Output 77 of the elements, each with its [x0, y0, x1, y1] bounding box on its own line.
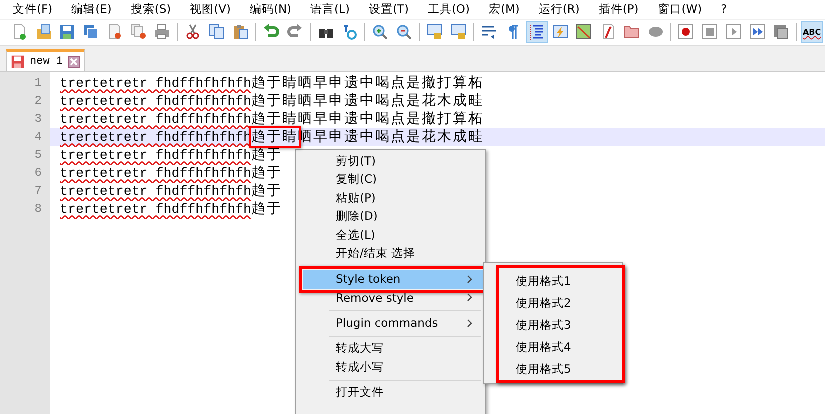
menu-item[interactable]: 语言(L) [304, 1, 356, 18]
selected-text: 趋于睛 [252, 128, 298, 146]
code-text: 趋于 [252, 146, 283, 164]
copy-icon [208, 24, 225, 40]
save-icon [11, 54, 25, 68]
close-file-icon [106, 24, 123, 40]
menu-item[interactable]: 设置(T) [362, 1, 415, 18]
printer-icon [154, 24, 170, 40]
code-text: trertetretr fhdffhfhfhfh [60, 76, 252, 90]
code-text: trertetretr fhdffhfhfhfh [60, 94, 252, 108]
line-number: 1 [34, 76, 42, 90]
line-number: 2 [34, 94, 42, 108]
menu-item[interactable]: 文件(F) [7, 1, 59, 18]
code-text: 趋于 [252, 182, 283, 200]
line-number: 5 [34, 148, 42, 162]
code-text: trertetretr fhdffhfhfhfh [60, 184, 252, 198]
menu-item[interactable]: 删除(D) [303, 208, 483, 226]
menu-item[interactable]: 运行(R) [532, 1, 586, 18]
menu-item[interactable]: ? [715, 1, 734, 18]
menu-item[interactable]: 开始/结束 选择 [303, 244, 483, 263]
new-file-icon [12, 24, 28, 40]
zoom-in-icon [372, 24, 388, 40]
menu-item[interactable]: 插件(P) [592, 1, 645, 18]
code-text: 趋于睛晒早申遗中喝点是撤打算柘 [252, 110, 484, 128]
code-text: 趋于睛晒早申遗中喝点是撤打算柘 [252, 74, 484, 92]
menu-item[interactable]: Style token [303, 270, 483, 288]
menu-item[interactable]: 转成大写 [303, 340, 483, 358]
undo-arrow-icon [263, 24, 280, 40]
scissors-icon [185, 24, 202, 40]
play-icon [726, 24, 742, 40]
redo-arrow-icon [287, 24, 304, 40]
menu-item[interactable]: 编辑(E) [66, 1, 118, 18]
close-all-icon [130, 24, 147, 40]
file-tab[interactable]: new 1 [6, 49, 86, 71]
menu-item[interactable]: 工具(O) [422, 1, 476, 18]
menu-item[interactable]: Remove style [303, 288, 483, 307]
fast-forward-icon [750, 24, 766, 40]
word-wrap-icon [481, 24, 498, 40]
line-number: 4 [34, 130, 42, 144]
menu-item[interactable]: 复制(C) [303, 170, 483, 189]
paste-icon [232, 24, 249, 40]
save-icon [59, 24, 76, 40]
line-number: 3 [34, 112, 42, 126]
menu-item[interactable]: 编码(N) [244, 1, 298, 18]
stop-icon [702, 24, 718, 40]
menu-item[interactable]: 宏(M) [482, 1, 526, 18]
menu-item[interactable]: 打开文件 [303, 384, 483, 402]
code-text: 趋于 [252, 200, 283, 218]
save-all-icon [83, 24, 100, 40]
menu-item[interactable]: 剪切(T) [303, 152, 483, 170]
open-folder-icon [36, 24, 52, 40]
menu-item[interactable]: 视图(V) [184, 1, 237, 18]
spell-check-button[interactable]: ABC [801, 21, 823, 43]
code-text: trertetretr fhdffhfhfhfh [60, 202, 252, 216]
line-number: 6 [34, 166, 42, 180]
code-text: trertetretr fhdffhfhfhfh [60, 130, 252, 144]
code-text: 趋于睛晒早申遗中喝点是花木成畦 [252, 92, 484, 110]
record-icon [678, 24, 694, 40]
lightning-window-icon [552, 24, 569, 40]
folder-icon [624, 24, 640, 40]
code-text: trertetretr fhdffhfhfhfh [60, 148, 252, 162]
code-text: trertetretr fhdffhfhfhfh [60, 166, 252, 180]
zoom-out-icon [396, 24, 412, 40]
code-text: trertetretr fhdffhfhfhfh [60, 112, 252, 126]
code-text: 趋于 [252, 164, 283, 182]
menu-item[interactable]: 转成小写 [303, 358, 483, 376]
menu-item[interactable]: Plugin commands [303, 314, 483, 332]
menu-item[interactable]: 粘贴(P) [303, 189, 483, 208]
line-number: 7 [34, 184, 42, 198]
indent-guide-icon [528, 24, 545, 40]
menu-item[interactable]: 全选(L) [303, 226, 483, 244]
line-number: 8 [34, 202, 42, 216]
chevron-right-icon [467, 318, 473, 328]
menu-item[interactable]: 搜索(S) [124, 1, 178, 18]
close-icon[interactable] [68, 56, 80, 68]
menu-item[interactable]: 窗口(W) [652, 1, 708, 18]
toolbar-button[interactable] [526, 21, 548, 43]
